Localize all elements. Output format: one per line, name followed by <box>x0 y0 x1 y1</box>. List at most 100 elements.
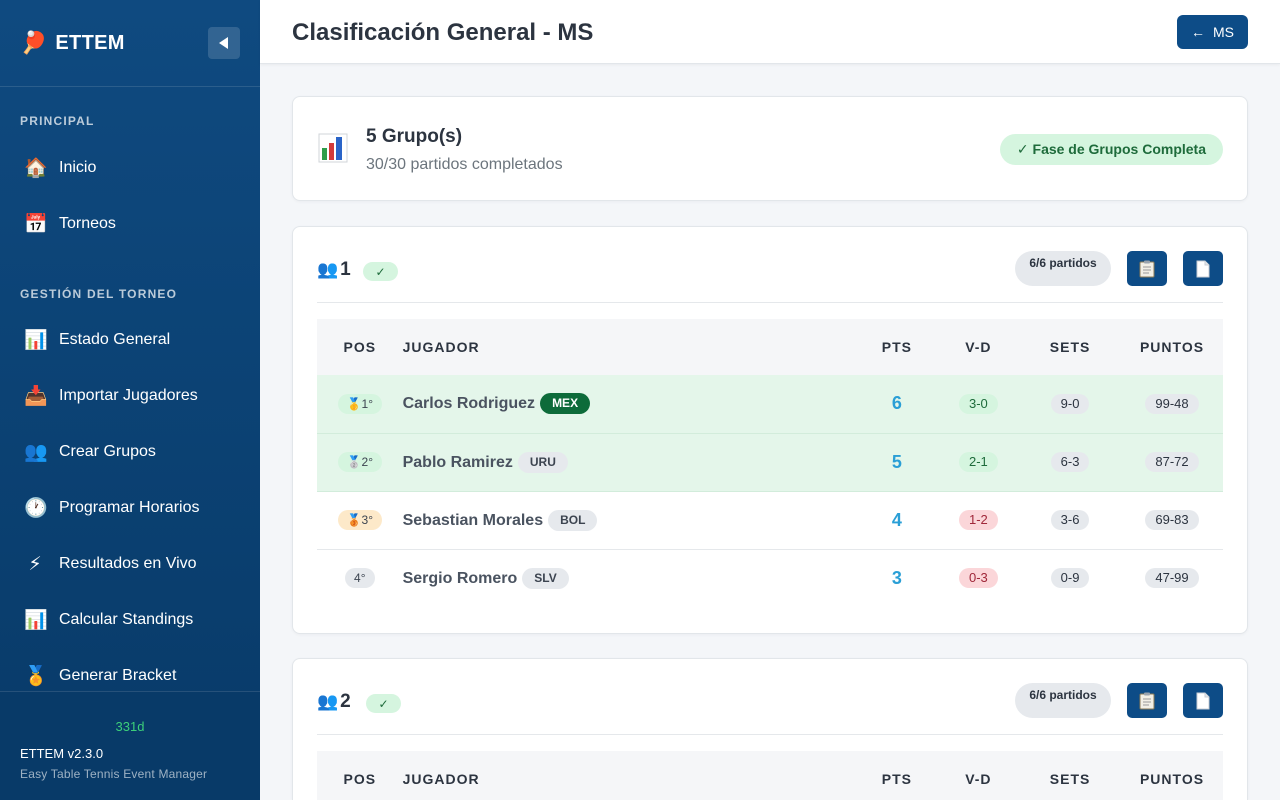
group-complete-badge: ✓ <box>366 694 401 713</box>
col-sets: SETS <box>1049 771 1091 787</box>
inbox-tray-icon: 📥 <box>24 386 48 407</box>
win-loss: 3-0 <box>958 393 998 414</box>
col-pts: PTS <box>881 339 912 355</box>
game-points-value: 69-83 <box>1145 510 1199 530</box>
people-icon: 👥 <box>317 692 339 711</box>
col-pos: POS <box>343 339 377 355</box>
brand-name: ETTEM <box>55 31 125 54</box>
document-icon <box>1196 260 1210 277</box>
sidebar-item-label: Estado General <box>59 331 171 348</box>
position-badge: 🥉3° <box>337 510 382 530</box>
win-loss: 1-2 <box>958 510 998 530</box>
group-card: 👥 2 ✓ 6/6 partidos POS JUGADOR PTS V-D S… <box>292 658 1248 800</box>
collapse-sidebar-button[interactable] <box>208 27 240 59</box>
sidebar-item-label: Resultados en Vivo <box>59 555 197 572</box>
app-version: ETTEM v2.3.0 <box>20 746 104 761</box>
back-button[interactable]: ← MS <box>1177 15 1248 49</box>
sidebar-item-label: Generar Bracket <box>59 667 177 684</box>
points-value: 3 <box>891 567 902 588</box>
ping-pong-icon: 🏓 <box>20 30 48 55</box>
player-name: Carlos Rodriguez <box>402 395 536 413</box>
country-badge: BOL <box>548 509 598 531</box>
standings-table: POS JUGADOR PTS V-D SETS PUNTOS 🥇1° Carl… <box>317 319 1223 607</box>
home-icon: 🏠 <box>24 158 48 179</box>
sidebar-item-label: Programar Horarios <box>59 499 200 516</box>
page-title: Clasificación General - MS <box>292 19 594 46</box>
sidebar-footer: 331d ETTEM v2.3.0 Easy Table Tennis Even… <box>0 691 260 800</box>
points-value: 5 <box>891 451 902 472</box>
sidebar-item-label: Crear Grupos <box>59 443 156 460</box>
win-loss: 0-3 <box>958 568 998 589</box>
matches-completed: 30/30 partidos completados <box>366 156 563 173</box>
col-pts: PTS <box>881 771 912 787</box>
position-badge: 🥇1° <box>337 393 382 414</box>
clipboard-button[interactable] <box>1127 683 1167 718</box>
table-row[interactable]: 🥈2° Pablo Ramirez URU 5 2-1 6-3 87-72 <box>317 433 1223 492</box>
document-button[interactable] <box>1183 251 1223 286</box>
bar-chart-icon <box>318 133 348 163</box>
standings-table: POS JUGADOR PTS V-D SETS PUNTOS <box>317 751 1223 800</box>
sidebar-item-importar-jugadores[interactable]: 📥 Importar Jugadores <box>0 368 260 424</box>
clock-icon: 🕐 <box>24 498 48 519</box>
clipboard-button[interactable] <box>1127 251 1167 286</box>
col-vd: V-D <box>965 771 992 787</box>
table-row[interactable]: 🥉3° Sebastian Morales BOL 4 1-2 3-6 69-83 <box>317 491 1223 550</box>
country-badge: SLV <box>522 567 569 589</box>
days-remaining: 331d <box>115 719 145 734</box>
player-name: Sebastian Morales <box>402 511 544 529</box>
sidebar-item-calcular-standings[interactable]: 📊 Calcular Standings <box>0 592 260 648</box>
col-sets: SETS <box>1049 339 1091 355</box>
sidebar-item-estado-general[interactable]: 📊 Estado General <box>0 312 260 368</box>
win-loss: 2-1 <box>958 452 998 472</box>
points-value: 4 <box>891 509 902 530</box>
caret-left-icon <box>219 37 228 49</box>
game-points-value: 87-72 <box>1145 452 1199 472</box>
section-label-gestion: GESTIÓN DEL TORNEO <box>20 287 178 301</box>
group-title: 👥 2 <box>317 691 351 713</box>
col-points: PUNTOS <box>1139 339 1205 355</box>
col-player: JUGADOR <box>402 771 480 787</box>
bar-chart-icon: 📊 <box>24 330 48 351</box>
sidebar-item-label: Calcular Standings <box>59 611 194 628</box>
sidebar: 🏓 ETTEM PRINCIPAL 🏠 Inicio 📅 Torneos GES… <box>0 0 260 800</box>
sidebar-item-torneos[interactable]: 📅 Torneos <box>0 196 260 252</box>
sidebar-item-resultados-en-vivo[interactable]: ⚡ Resultados en Vivo <box>0 536 260 592</box>
matches-badge: 6/6 partidos <box>1015 683 1111 718</box>
col-points: PUNTOS <box>1139 771 1205 787</box>
sidebar-item-label: Inicio <box>59 159 97 176</box>
group-number: 2 <box>340 691 351 712</box>
clipboard-icon <box>1139 692 1155 709</box>
country-badge: URU <box>517 451 568 473</box>
sidebar-item-programar-horarios[interactable]: 🕐 Programar Horarios <box>0 480 260 536</box>
matches-badge: 6/6 partidos <box>1015 251 1111 286</box>
col-pos: POS <box>343 771 377 787</box>
section-label-principal: PRINCIPAL <box>20 114 95 128</box>
sets-value: 9-0 <box>1050 393 1090 414</box>
group-title: 👥 1 <box>317 259 351 281</box>
group-complete-badge: ✓ <box>363 262 398 281</box>
col-vd: V-D <box>965 339 992 355</box>
game-points-value: 47-99 <box>1145 568 1199 589</box>
sidebar-item-inicio[interactable]: 🏠 Inicio <box>0 140 260 196</box>
position-badge: 🥈2° <box>337 452 382 472</box>
player-name: Pablo Ramirez <box>402 453 513 471</box>
sets-value: 0-9 <box>1050 568 1090 589</box>
lightning-icon: ⚡ <box>28 553 42 575</box>
groups-count: 5 Grupo(s) <box>366 126 463 147</box>
medal-icon: 🏅 <box>24 666 48 687</box>
status-badge: ✓ Fase de Grupos Completa <box>999 134 1223 165</box>
table-row[interactable]: 4° Sergio Romero SLV 3 0-3 0-9 47-99 <box>317 549 1223 607</box>
bar-chart-icon: 📊 <box>24 610 48 631</box>
sidebar-item-crear-grupos[interactable]: 👥 Crear Grupos <box>0 424 260 480</box>
group-card: 👥 1 ✓ 6/6 partidos POS JUGADOR PTS V-D S… <box>292 226 1248 634</box>
clipboard-icon <box>1139 260 1155 277</box>
summary-card: 5 Grupo(s) 30/30 partidos completados ✓ … <box>292 96 1248 201</box>
document-icon <box>1196 692 1210 709</box>
country-badge: MEX <box>540 393 591 415</box>
group-header: 👥 1 ✓ 6/6 partidos <box>317 227 1223 303</box>
sidebar-item-label: Importar Jugadores <box>59 387 198 404</box>
table-row[interactable]: 🥇1° Carlos Rodriguez MEX 6 3-0 9-0 99-48 <box>317 375 1223 434</box>
points-value: 6 <box>891 393 902 414</box>
col-player: JUGADOR <box>402 339 480 355</box>
document-button[interactable] <box>1183 683 1223 718</box>
